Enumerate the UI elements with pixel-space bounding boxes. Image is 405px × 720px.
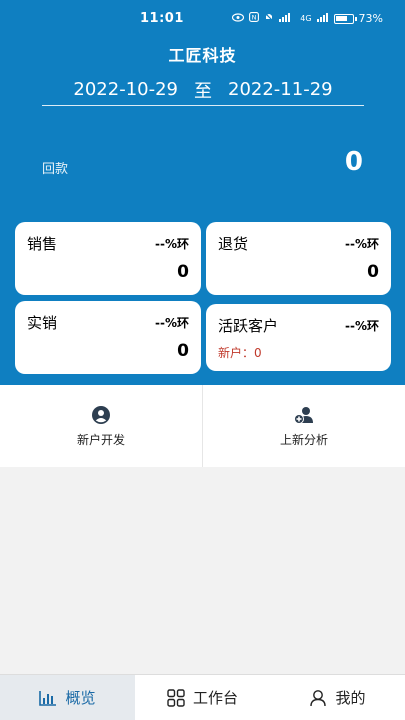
- network-type-text: 4G: [300, 14, 312, 23]
- user-icon: [309, 689, 327, 707]
- date-separator: 至: [194, 80, 212, 102]
- card-title: 活跃客户: [218, 317, 279, 335]
- sales-card[interactable]: 销售 --%环 0: [15, 222, 201, 295]
- card-value: 0: [177, 341, 189, 361]
- status-icons: N 4G 73%: [232, 12, 383, 25]
- card-ratio: --%环: [155, 316, 189, 330]
- tab-workbench[interactable]: 工作台: [135, 675, 270, 720]
- payment-value: 0: [344, 147, 363, 177]
- card-ratio: --%环: [345, 319, 379, 333]
- new-product-analysis-button[interactable]: 上新分析: [202, 385, 405, 467]
- date-start[interactable]: 2022-10-29: [73, 79, 178, 100]
- action-label: 新户开发: [76, 432, 125, 447]
- card-value: 0: [177, 262, 189, 282]
- content-area: [0, 467, 405, 674]
- action-label: 上新分析: [279, 432, 328, 447]
- battery-icon: [333, 13, 357, 24]
- tab-profile[interactable]: 我的: [270, 675, 405, 720]
- tab-overview[interactable]: 概览: [0, 675, 135, 720]
- user-add-icon: [293, 405, 315, 425]
- card-title: 退货: [218, 235, 249, 253]
- header: 11:01 N 4G 73% 工匠科技 2022-10-29 至 2022-11…: [0, 0, 405, 385]
- status-bar: 11:01 N 4G 73%: [0, 0, 405, 40]
- payment-label: 回款: [42, 162, 69, 177]
- status-time: 11:01: [140, 11, 184, 26]
- user-circle-icon: [91, 405, 111, 425]
- actual-sales-card[interactable]: 实销 --%环 0: [15, 301, 201, 374]
- card-title: 实销: [27, 314, 58, 332]
- date-end[interactable]: 2022-11-29: [228, 79, 333, 100]
- signal-icon-2: [316, 12, 329, 25]
- svg-text:N: N: [252, 14, 257, 22]
- returns-card[interactable]: 退货 --%环 0: [206, 222, 391, 295]
- signal-icon: [279, 12, 295, 25]
- card-ratio: --%环: [155, 237, 189, 251]
- app-title: 工匠科技: [168, 46, 237, 65]
- eye-icon: [232, 12, 245, 25]
- card-ratio: --%环: [345, 237, 379, 251]
- date-range-picker[interactable]: 2022-10-29 至 2022-11-29: [42, 78, 364, 106]
- tab-label: 工作台: [192, 689, 238, 707]
- new-customers-count: 新户：0: [218, 346, 262, 360]
- active-customers-card[interactable]: 活跃客户 --%环 新户：0: [206, 304, 391, 371]
- new-customer-dev-button[interactable]: 新户开发: [0, 385, 202, 467]
- tab-label: 我的: [335, 689, 366, 707]
- mute-bell-icon: [264, 12, 274, 25]
- quick-actions: 新户开发 上新分析: [0, 385, 405, 467]
- grid-icon: [167, 688, 185, 707]
- bar-chart-icon: [39, 690, 57, 706]
- bottom-tab-bar: 概览 工作台 我的: [0, 674, 405, 720]
- card-value: 0: [367, 262, 379, 282]
- card-title: 销售: [27, 235, 58, 253]
- tab-label: 概览: [65, 689, 96, 707]
- battery-percent: 73%: [358, 12, 383, 25]
- nfc-icon: N: [249, 12, 260, 25]
